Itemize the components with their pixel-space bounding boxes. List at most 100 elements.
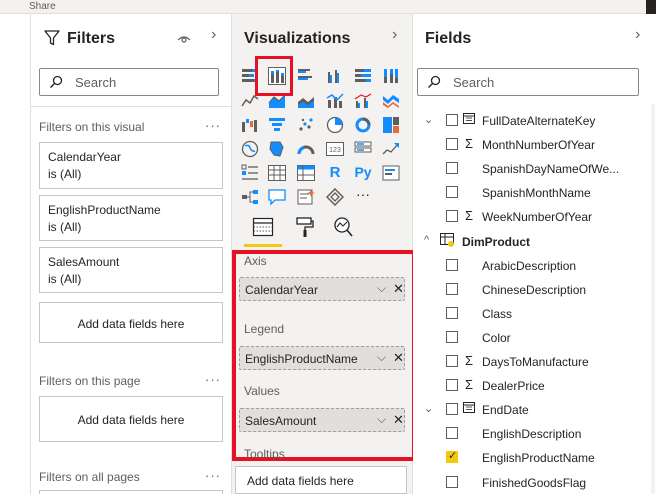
gauge-icon[interactable] — [297, 140, 315, 158]
funnel-chart-icon[interactable] — [268, 116, 286, 134]
checkbox[interactable] — [446, 476, 458, 488]
more-options-icon[interactable]: ··· — [205, 118, 221, 133]
checkbox[interactable] — [446, 283, 458, 295]
field-row[interactable]: ChineseDescription — [413, 278, 656, 302]
collapse-filters-chevron-icon[interactable]: › — [211, 26, 216, 44]
map-icon[interactable] — [241, 140, 259, 158]
add-visual-filter-drop-zone[interactable]: Add data fields here — [39, 302, 223, 343]
kpi-icon[interactable] — [382, 140, 400, 158]
field-row[interactable]: EnglishProductName — [413, 446, 656, 470]
power-apps-icon[interactable] — [326, 188, 344, 206]
chevron-down-icon[interactable]: ⌄ — [424, 113, 433, 126]
top-edge — [646, 0, 656, 14]
checkbox[interactable] — [446, 259, 458, 271]
field-name: Color — [482, 331, 511, 345]
scatter-chart-icon[interactable] — [297, 116, 315, 134]
field-row[interactable]: Class — [413, 302, 656, 326]
card-icon[interactable]: 123 — [326, 140, 344, 158]
chevron-up-icon[interactable]: ^ — [424, 234, 429, 246]
chevron-down-icon[interactable]: ⌄ — [424, 402, 433, 415]
fields-title: Fields — [425, 30, 472, 47]
filters-all-pages-label: Filters on all pages — [39, 470, 140, 484]
table-icon[interactable] — [268, 164, 286, 182]
field-row[interactable]: SpanishDayNameOfWe... — [413, 157, 656, 181]
checkbox[interactable] — [446, 331, 458, 343]
svg-text:123: 123 — [329, 147, 341, 154]
checkbox[interactable] — [446, 186, 458, 198]
field-row[interactable]: Color — [413, 326, 656, 350]
table-row[interactable]: ^ DimProduct — [413, 230, 656, 254]
share-label[interactable]: Share — [29, 1, 56, 12]
clustered-column-chart-icon[interactable] — [326, 67, 344, 85]
matrix-icon[interactable] — [297, 164, 315, 182]
pie-chart-icon[interactable] — [326, 116, 344, 134]
filters-search-input[interactable]: Search — [39, 68, 219, 96]
line-and-clustered-column-chart-icon[interactable] — [354, 92, 372, 110]
filter-card-value: is (All) — [48, 272, 82, 286]
filters-on-visual-label: Filters on this visual — [39, 120, 145, 134]
field-row[interactable]: ArabicDescription — [413, 254, 656, 278]
checkbox[interactable] — [446, 403, 458, 415]
checkbox[interactable] — [446, 307, 458, 319]
line-and-stacked-column-chart-icon[interactable] — [326, 92, 344, 110]
100-stacked-bar-chart-icon[interactable] — [354, 67, 372, 85]
checked-checkbox[interactable] — [446, 449, 458, 463]
100-stacked-column-chart-icon[interactable] — [382, 67, 400, 85]
donut-chart-icon[interactable] — [354, 116, 372, 134]
key-influencers-icon[interactable] — [382, 164, 400, 182]
filter-card-salesamount[interactable]: SalesAmount is (All) — [39, 247, 223, 293]
decomposition-tree-icon[interactable] — [241, 188, 259, 206]
ribbon-chart-icon[interactable] — [382, 92, 400, 110]
field-name: DaysToManufacture — [482, 355, 589, 369]
add-report-filter-drop-zone[interactable] — [39, 490, 223, 494]
filter-card-calendaryear[interactable]: CalendarYear is (All) — [39, 142, 223, 189]
format-paint-roller-icon[interactable] — [294, 216, 316, 238]
stacked-area-chart-icon[interactable] — [297, 92, 315, 110]
checkbox[interactable] — [446, 379, 458, 391]
tooltips-drop-zone[interactable]: Add data fields here — [235, 466, 407, 494]
checkbox[interactable] — [446, 138, 458, 150]
scrollbar[interactable] — [651, 104, 655, 494]
table-name: DimProduct — [462, 235, 531, 249]
field-row[interactable]: Σ WeekNumberOfYear — [413, 205, 656, 229]
field-name: FinishedGoodsFlag — [482, 476, 587, 490]
field-row[interactable]: SpanishMonthName — [413, 181, 656, 205]
slicer-icon[interactable] — [241, 164, 259, 182]
checkbox[interactable] — [446, 355, 458, 367]
filled-map-icon[interactable] — [268, 140, 286, 158]
sigma-icon: Σ — [464, 136, 474, 151]
eye-icon[interactable] — [177, 34, 191, 44]
checkbox[interactable] — [446, 162, 458, 174]
add-page-filter-drop-zone[interactable]: Add data fields here — [39, 396, 223, 442]
field-row[interactable]: Σ DealerPrice — [413, 374, 656, 398]
filter-card-englishproductname[interactable]: EnglishProductName is (All) — [39, 195, 223, 241]
field-row[interactable]: Σ MonthNumberOfYear — [413, 133, 656, 157]
field-row[interactable]: Σ DaysToManufacture — [413, 350, 656, 374]
more-options-icon[interactable]: ··· — [205, 468, 221, 483]
field-row[interactable]: EnglishDescription — [413, 422, 656, 446]
clustered-bar-chart-icon[interactable] — [297, 67, 315, 85]
field-row[interactable]: ⌄ EndDate — [413, 398, 656, 422]
checkbox[interactable] — [446, 210, 458, 222]
smart-narrative-icon[interactable] — [297, 188, 315, 206]
field-row[interactable]: ⌄ FullDateAlternateKey — [413, 109, 656, 133]
qa-visual-icon[interactable] — [268, 188, 286, 206]
treemap-icon[interactable] — [382, 116, 400, 134]
field-row[interactable]: FinishedGoodsFlag — [413, 471, 656, 494]
collapse-fields-chevron-icon[interactable]: › — [635, 26, 640, 44]
more-options-icon[interactable]: ··· — [205, 372, 221, 387]
more-visuals-icon[interactable]: ··· — [352, 186, 374, 204]
checkbox[interactable] — [446, 427, 458, 439]
wells-highlight-box — [232, 250, 416, 461]
fields-search-input[interactable]: Search — [417, 68, 639, 96]
multi-row-card-icon[interactable] — [354, 140, 372, 158]
collapse-visualizations-chevron-icon[interactable]: › — [392, 26, 397, 44]
r-script-visual-icon[interactable]: R — [326, 164, 344, 182]
fields-tab-icon[interactable] — [252, 216, 274, 238]
filter-card-value: is (All) — [48, 220, 82, 234]
table-icon — [440, 233, 454, 247]
python-visual-icon[interactable]: Py — [351, 164, 375, 182]
analytics-magnifier-icon[interactable] — [332, 216, 354, 238]
waterfall-chart-icon[interactable] — [241, 116, 259, 134]
checkbox[interactable] — [446, 114, 458, 126]
